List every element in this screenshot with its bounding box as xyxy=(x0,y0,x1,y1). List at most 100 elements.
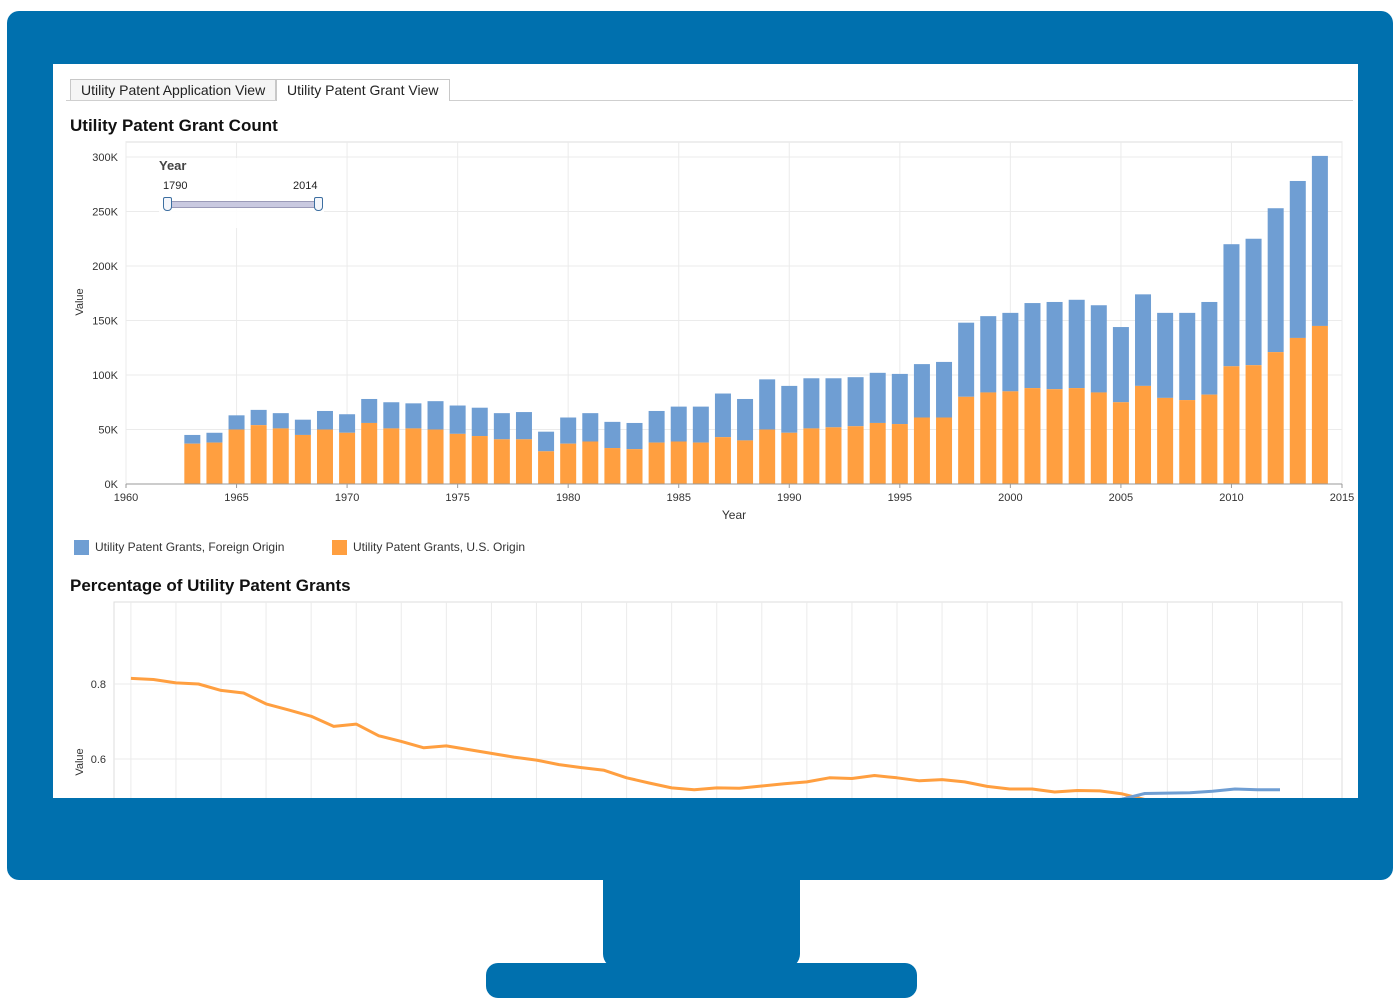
y-tick-label: 0K xyxy=(105,479,119,491)
bar-us-1985 xyxy=(670,441,687,484)
legend-item-foreign[interactable]: Utility Patent Grants, Foreign Origin xyxy=(74,538,284,556)
bar-foreign-2010 xyxy=(1223,244,1240,367)
legend-item-us[interactable]: Utility Patent Grants, U.S. Origin xyxy=(332,538,525,556)
bar-foreign-1984 xyxy=(648,410,665,443)
x-tick-label: 2005 xyxy=(1109,492,1133,504)
bar-foreign-1969 xyxy=(316,410,333,430)
bar-us-1986 xyxy=(692,442,709,484)
bar-us-2000 xyxy=(1002,391,1019,484)
bar-us-1963 xyxy=(184,443,201,484)
bar-us-1974 xyxy=(427,429,444,484)
bar-foreign-1997 xyxy=(936,361,953,418)
y-axis-label: Value xyxy=(74,288,86,315)
bar-foreign-1964 xyxy=(206,432,223,443)
y-axis-label: Value xyxy=(74,748,86,775)
bar-foreign-1971 xyxy=(361,398,378,423)
bar-us-1972 xyxy=(383,428,400,484)
bar-us-1968 xyxy=(294,434,311,484)
percentage-chart: 0.40.60.8Value xyxy=(74,601,1343,798)
bar-foreign-1998 xyxy=(958,322,975,397)
bar-us-1996 xyxy=(913,417,930,484)
bar-foreign-1987 xyxy=(714,393,731,438)
bar-foreign-1990 xyxy=(781,385,798,433)
x-tick-label: 1980 xyxy=(556,492,580,504)
bar-foreign-2008 xyxy=(1179,312,1196,401)
year-slider-min-handle[interactable] xyxy=(163,197,172,211)
grant-count-chart-title: Utility Patent Grant Count xyxy=(70,116,278,135)
year-slider-title: Year xyxy=(159,158,187,173)
legend-swatch-foreign xyxy=(74,539,89,555)
bar-us-1980 xyxy=(560,443,577,484)
y-tick-label: 50K xyxy=(98,425,118,437)
bar-foreign-1976 xyxy=(471,407,488,437)
bar-us-2007 xyxy=(1157,397,1174,484)
bar-us-1969 xyxy=(316,429,333,484)
bar-foreign-1982 xyxy=(604,421,621,449)
bar-us-1990 xyxy=(781,432,798,484)
bar-us-1991 xyxy=(803,428,820,484)
x-tick-label: 1990 xyxy=(777,492,801,504)
bar-us-2004 xyxy=(1090,392,1107,484)
year-slider-max-label: 2014 xyxy=(293,180,318,192)
x-tick-label: 1970 xyxy=(335,492,359,504)
bar-foreign-2014 xyxy=(1311,155,1328,326)
bar-us-1998 xyxy=(958,396,975,484)
bar-us-2010 xyxy=(1223,366,1240,484)
bar-foreign-2012 xyxy=(1267,208,1284,353)
bar-foreign-2009 xyxy=(1201,301,1218,395)
bar-foreign-1978 xyxy=(515,412,532,440)
y-tick-label: 0.6 xyxy=(91,754,106,766)
bar-foreign-1968 xyxy=(294,419,311,435)
bar-us-2005 xyxy=(1112,402,1129,484)
bar-foreign-1986 xyxy=(692,406,709,443)
bar-us-1965 xyxy=(228,429,245,484)
legend-label-us: Utility Patent Grants, U.S. Origin xyxy=(353,540,526,554)
bar-foreign-2007 xyxy=(1157,312,1174,398)
legend-swatch-us xyxy=(332,539,347,555)
bar-us-1973 xyxy=(405,428,422,484)
bar-us-1992 xyxy=(825,427,842,484)
bar-foreign-1994 xyxy=(869,372,886,423)
monitor-stand-base xyxy=(486,963,917,998)
bar-us-2011 xyxy=(1245,365,1262,484)
bar-foreign-1992 xyxy=(825,378,842,428)
year-range-slider: Year 1790 2014 xyxy=(159,158,324,228)
bar-foreign-1967 xyxy=(272,413,289,429)
x-tick-label: 1985 xyxy=(666,492,690,504)
bar-foreign-2000 xyxy=(1002,312,1019,392)
bar-us-1999 xyxy=(980,392,997,484)
tab-application-view[interactable]: Utility Patent Application View xyxy=(70,79,276,100)
year-slider-min-label: 1790 xyxy=(163,180,188,192)
bar-foreign-2011 xyxy=(1245,238,1262,366)
bar-foreign-1980 xyxy=(560,417,577,444)
bar-foreign-1988 xyxy=(737,398,754,441)
y-tick-label: 250K xyxy=(92,207,118,219)
bar-foreign-1995 xyxy=(891,373,908,425)
year-slider-track[interactable] xyxy=(167,201,315,208)
bar-us-2013 xyxy=(1289,337,1306,484)
bar-foreign-1985 xyxy=(670,406,687,442)
bar-us-1993 xyxy=(847,426,864,484)
bar-foreign-2006 xyxy=(1135,294,1152,386)
bar-foreign-1963 xyxy=(184,434,201,444)
bar-us-1964 xyxy=(206,442,223,484)
bar-us-2014 xyxy=(1311,325,1328,484)
tab-grant-view[interactable]: Utility Patent Grant View xyxy=(276,79,450,101)
bar-foreign-1975 xyxy=(449,405,466,434)
bar-foreign-1965 xyxy=(228,415,245,430)
bar-foreign-1999 xyxy=(980,316,997,393)
year-slider-max-handle[interactable] xyxy=(314,197,323,211)
y-tick-label: 100K xyxy=(92,370,118,382)
bar-foreign-1989 xyxy=(759,379,776,430)
bar-foreign-2001 xyxy=(1024,303,1041,389)
bar-foreign-1970 xyxy=(339,414,356,433)
bar-us-1978 xyxy=(515,439,532,484)
bar-us-2012 xyxy=(1267,352,1284,484)
bar-us-1981 xyxy=(582,441,599,484)
bar-foreign-2005 xyxy=(1112,327,1129,403)
bar-foreign-1973 xyxy=(405,403,422,429)
x-tick-label: 1960 xyxy=(114,492,138,504)
bar-foreign-1996 xyxy=(913,364,930,418)
bar-foreign-1977 xyxy=(493,413,510,440)
bar-foreign-1991 xyxy=(803,378,820,429)
